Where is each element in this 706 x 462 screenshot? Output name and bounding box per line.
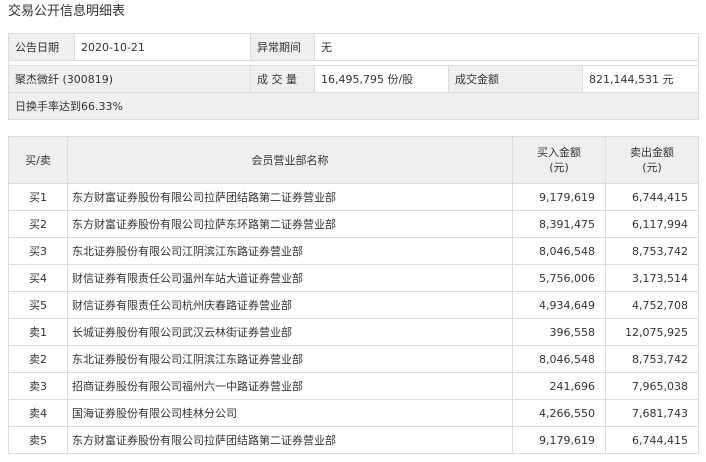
row-broker-name: 东方财富证券股份有限公司拉萨东环路第二证券营业部 (67, 210, 513, 238)
row-buy-amount: 4,266,550 (512, 399, 606, 427)
period-value: 无 (314, 33, 699, 61)
row-buy-amount: 396,558 (512, 318, 606, 346)
row-broker-name: 东北证券股份有限公司江阴滨江东路证券营业部 (67, 237, 513, 265)
row-buy-amount: 4,934,649 (512, 291, 606, 319)
row-broker-name: 长城证券股份有限公司武汉云林街证券营业部 (67, 318, 513, 346)
row-buy-amount: 5,756,006 (512, 264, 606, 292)
row-buy-amount: 8,391,475 (512, 210, 606, 238)
row-sell-amount: 4,752,708 (605, 291, 699, 319)
row-sell-amount: 8,753,742 (605, 345, 699, 373)
row-broker-name: 东北证券股份有限公司江阴滨江东路证券营业部 (67, 345, 513, 373)
table-row: 买3 东北证券股份有限公司江阴滨江东路证券营业部 8,046,548 8,753,74… (8, 237, 699, 265)
header-sell-line1: 卖出金额 (630, 146, 674, 159)
detail-header-row: 买/卖 会员营业部名称 买入金额 (元) 卖出金额 (元) (8, 136, 699, 184)
row-sell-amount: 8,753,742 (605, 237, 699, 265)
period-label: 异常期间 (250, 33, 315, 61)
row-side: 买2 (8, 210, 68, 238)
row-sell-amount: 3,173,514 (605, 264, 699, 292)
table-row: 买1 东方财富证券股份有限公司拉萨团结路第二证券营业部 9,179,619 6,744… (8, 183, 699, 211)
table-row: 买4 财信证券有限责任公司温州车站大道证券营业部 5,756,006 3,173,51… (8, 264, 699, 292)
row-side: 买1 (8, 183, 68, 211)
row-sell-amount: 12,075,925 (605, 318, 699, 346)
date-value: 2020-10-21 (74, 33, 251, 61)
row-side: 买4 (8, 264, 68, 292)
table-row: 卖1 长城证券股份有限公司武汉云林街证券营业部 396,558 12,075,925 (8, 318, 699, 346)
table-row: 买2 东方财富证券股份有限公司拉萨东环路第二证券营业部 8,391,475 6,117… (8, 210, 699, 238)
table-row: 卖3 招商证券股份有限公司福州六一中路证券营业部 241,696 7,965,038 (8, 372, 699, 400)
summary-table: 公告日期 2020-10-21 异常期间 无 聚杰微纤 (300819) 成 交… (8, 33, 699, 120)
row-sell-amount: 7,965,038 (605, 372, 699, 400)
row-buy-amount: 9,179,619 (512, 183, 606, 211)
row-side: 卖2 (8, 345, 68, 373)
amount-label: 成交金额 (448, 65, 583, 93)
header-side: 买/卖 (8, 136, 68, 184)
table-row: 卖5 东方财富证券股份有限公司拉萨团结路第二证券营业部 9,179,619 6,744… (8, 426, 699, 454)
row-broker-name: 财信证券有限责任公司温州车站大道证券营业部 (67, 264, 513, 292)
page-title: 交易公开信息明细表 (8, 4, 126, 19)
table-row: 卖4 国海证券股份有限公司桂林分公司 4,266,550 7,681,743 (8, 399, 699, 427)
header-buy-line1: 买入金额 (537, 146, 581, 159)
table-row: 买5 财信证券有限责任公司杭州庆春路证券营业部 4,934,649 4,752,708 (8, 291, 699, 319)
date-label: 公告日期 (8, 33, 75, 61)
row-broker-name: 国海证券股份有限公司桂林分公司 (67, 399, 513, 427)
volume-value: 16,495,795 份/股 (314, 65, 449, 93)
row-broker-name: 东方财富证券股份有限公司拉萨团结路第二证券营业部 (67, 426, 513, 454)
header-buy: 买入金额 (元) (512, 136, 606, 184)
header-name: 会员营业部名称 (67, 136, 513, 184)
row-side: 卖4 (8, 399, 68, 427)
volume-label: 成 交 量 (250, 65, 315, 93)
row-sell-amount: 7,681,743 (605, 399, 699, 427)
row-side: 买3 (8, 237, 68, 265)
header-sell: 卖出金额 (元) (605, 136, 699, 184)
summary-row-volume: 聚杰微纤 (300819) 成 交 量 16,495,795 份/股 成交金额 … (8, 65, 699, 93)
row-side: 卖3 (8, 372, 68, 400)
table-row: 卖2 东北证券股份有限公司江阴滨江东路证券营业部 8,046,548 8,753,74… (8, 345, 699, 373)
row-buy-amount: 8,046,548 (512, 237, 606, 265)
row-sell-amount: 6,744,415 (605, 183, 699, 211)
row-side: 卖5 (8, 426, 68, 454)
row-broker-name: 财信证券有限责任公司杭州庆春路证券营业部 (67, 291, 513, 319)
summary-row-date: 公告日期 2020-10-21 异常期间 无 (8, 33, 699, 61)
row-buy-amount: 8,046,548 (512, 345, 606, 373)
row-side: 买5 (8, 291, 68, 319)
header-sell-line2: (元) (642, 161, 662, 174)
amount-value: 821,144,531 元 (582, 65, 699, 93)
row-sell-amount: 6,117,994 (605, 210, 699, 238)
row-side: 卖1 (8, 318, 68, 346)
row-buy-amount: 9,179,619 (512, 426, 606, 454)
row-broker-name: 招商证券股份有限公司福州六一中路证券营业部 (67, 372, 513, 400)
row-buy-amount: 241,696 (512, 372, 606, 400)
row-sell-amount: 6,744,415 (605, 426, 699, 454)
row-broker-name: 东方财富证券股份有限公司拉萨团结路第二证券营业部 (67, 183, 513, 211)
reason-text: 日换手率达到66.33% (8, 92, 699, 120)
header-buy-line2: (元) (549, 161, 569, 174)
stock-name: 聚杰微纤 (300819) (8, 65, 251, 93)
summary-row-reason: 日换手率达到66.33% (8, 92, 699, 120)
trading-detail-table: 买/卖 会员营业部名称 买入金额 (元) 卖出金额 (元) 买1 东方财富证券股份… (8, 136, 699, 454)
